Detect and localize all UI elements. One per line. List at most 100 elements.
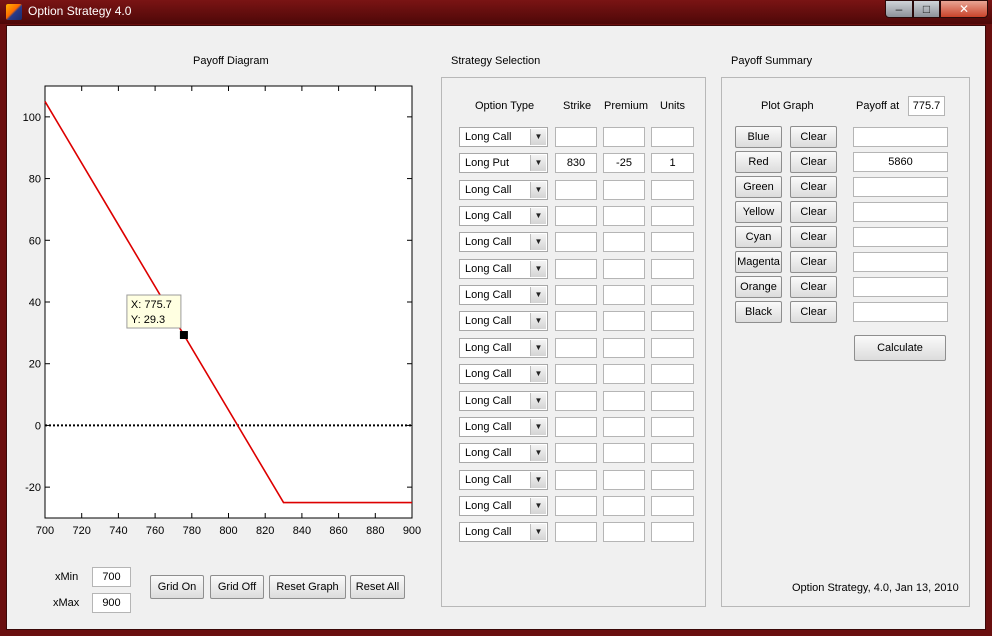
chevron-down-icon[interactable]: ▼ [530,392,546,409]
plot-color-button[interactable]: Green [735,176,782,198]
units-input[interactable] [651,469,694,490]
chevron-down-icon[interactable]: ▼ [530,181,546,198]
plot-color-button[interactable]: Orange [735,276,782,298]
option-type-select[interactable]: Long Call ▼ [459,232,548,253]
calculate-button[interactable]: Calculate [854,335,946,361]
premium-input[interactable] [603,337,645,358]
option-type-select[interactable]: Long Call ▼ [459,285,548,306]
clear-button[interactable]: Clear [790,226,837,248]
xmin-input[interactable]: 700 [92,567,131,587]
units-input[interactable] [651,206,694,227]
option-type-select[interactable]: Long Call ▼ [459,311,548,332]
units-input[interactable] [651,311,694,332]
clear-button[interactable]: Clear [790,151,837,173]
premium-input[interactable] [603,206,645,227]
clear-button[interactable]: Clear [790,201,837,223]
reset-all-button[interactable]: Reset All [350,575,405,599]
reset-graph-button[interactable]: Reset Graph [269,575,346,599]
strike-input[interactable] [555,364,597,385]
premium-input[interactable] [603,364,645,385]
option-type-select[interactable]: Long Call ▼ [459,364,548,385]
premium-input[interactable] [603,285,645,306]
chevron-down-icon[interactable]: ▼ [530,129,546,145]
premium-input[interactable] [603,469,645,490]
option-type-select[interactable]: Long Call ▼ [459,443,548,464]
units-input[interactable] [651,127,694,147]
strike-input[interactable] [555,416,597,437]
option-type-select[interactable]: Long Call ▼ [459,390,548,411]
strike-input[interactable] [555,232,597,253]
units-input[interactable] [651,179,694,200]
units-input[interactable] [651,495,694,516]
premium-input[interactable] [603,416,645,437]
option-type-select[interactable]: Long Call ▼ [459,127,548,147]
chevron-down-icon[interactable]: ▼ [530,208,546,225]
chevron-down-icon[interactable]: ▼ [530,260,546,277]
clear-button[interactable]: Clear [790,176,837,198]
clear-button[interactable]: Clear [790,276,837,298]
minimize-button[interactable]: – [885,0,913,18]
payoff-at-input[interactable]: 775.7 [908,96,945,116]
chevron-down-icon[interactable]: ▼ [530,524,546,541]
premium-input[interactable] [603,127,645,147]
units-input[interactable] [651,443,694,464]
chevron-down-icon[interactable]: ▼ [530,497,546,514]
units-input[interactable]: 1 [651,153,694,174]
xmax-input[interactable]: 900 [92,593,131,613]
option-type-select[interactable]: Long Call ▼ [459,206,548,227]
strike-input[interactable] [555,258,597,279]
premium-input[interactable] [603,390,645,411]
chevron-down-icon[interactable]: ▼ [530,155,546,172]
strike-input[interactable] [555,285,597,306]
chevron-down-icon[interactable]: ▼ [530,445,546,462]
units-input[interactable] [651,285,694,306]
plot-color-button[interactable]: Black [735,301,782,323]
plot-color-button[interactable]: Blue [735,126,782,148]
maximize-button[interactable]: □ [913,0,940,18]
chevron-down-icon[interactable]: ▼ [530,366,546,383]
plot-color-button[interactable]: Cyan [735,226,782,248]
option-type-select[interactable]: Long Call ▼ [459,522,548,543]
premium-input[interactable]: -25 [603,153,645,174]
option-type-select[interactable]: Long Call ▼ [459,495,548,516]
strike-input[interactable] [555,179,597,200]
strike-input[interactable] [555,311,597,332]
strike-input[interactable] [555,337,597,358]
units-input[interactable] [651,416,694,437]
units-input[interactable] [651,522,694,543]
chevron-down-icon[interactable]: ▼ [530,234,546,251]
payoff-chart[interactable]: 700 720 740 760 780 800 820 840 860 880 900 -20 0 20… [7,76,427,546]
clear-button[interactable]: Clear [790,301,837,323]
option-type-select[interactable]: Long Call ▼ [459,179,548,200]
option-type-select[interactable]: Long Call ▼ [459,416,548,437]
premium-input[interactable] [603,443,645,464]
units-input[interactable] [651,258,694,279]
option-type-select[interactable]: Long Call ▼ [459,337,548,358]
chevron-down-icon[interactable]: ▼ [530,471,546,488]
strike-input[interactable] [555,522,597,543]
option-type-select[interactable]: Long Put ▼ [459,153,548,174]
chevron-down-icon[interactable]: ▼ [530,418,546,435]
option-type-select[interactable]: Long Call ▼ [459,258,548,279]
units-input[interactable] [651,390,694,411]
strike-input[interactable] [555,495,597,516]
strike-input[interactable] [555,469,597,490]
grid-on-button[interactable]: Grid On [150,575,204,599]
close-button[interactable]: ✕ [940,0,988,18]
premium-input[interactable] [603,232,645,253]
strike-input[interactable]: 830 [555,153,597,174]
premium-input[interactable] [603,258,645,279]
units-input[interactable] [651,232,694,253]
chevron-down-icon[interactable]: ▼ [530,287,546,304]
option-type-select[interactable]: Long Call ▼ [459,469,548,490]
grid-off-button[interactable]: Grid Off [210,575,264,599]
strike-input[interactable] [555,390,597,411]
units-input[interactable] [651,364,694,385]
chevron-down-icon[interactable]: ▼ [530,313,546,330]
clear-button[interactable]: Clear [790,251,837,273]
premium-input[interactable] [603,311,645,332]
strike-input[interactable] [555,206,597,227]
units-input[interactable] [651,337,694,358]
premium-input[interactable] [603,522,645,543]
clear-button[interactable]: Clear [790,126,837,148]
